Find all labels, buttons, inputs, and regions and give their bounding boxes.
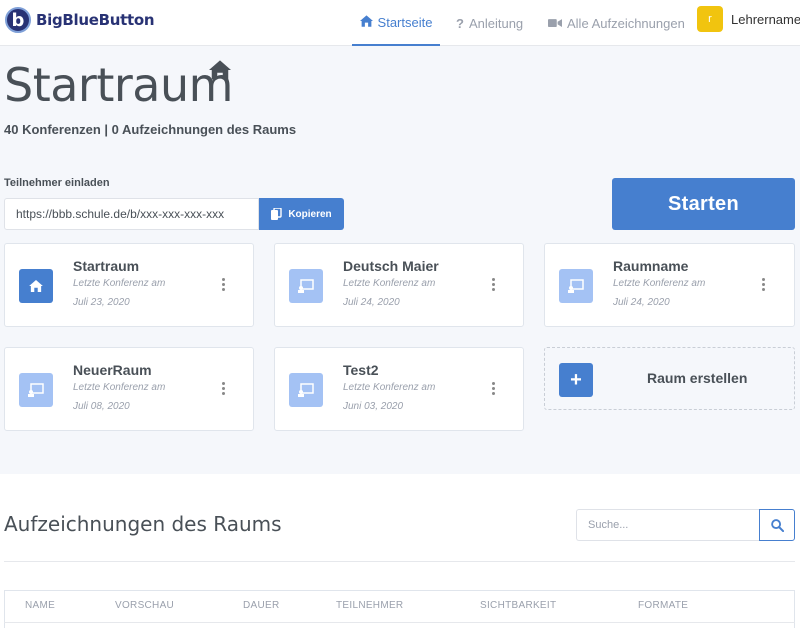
more-options-icon[interactable] xyxy=(489,382,497,397)
question-icon: ? xyxy=(456,15,464,31)
room-card[interactable]: Deutsch Maier Letzte Konferenz am Juli 2… xyxy=(274,243,524,327)
home-icon xyxy=(359,14,373,30)
presentation-icon xyxy=(289,269,323,303)
top-navbar: b BigBlueButton Startseite ? Anleitung A… xyxy=(0,0,800,46)
room-name: Startraum xyxy=(73,258,140,274)
more-options-icon[interactable] xyxy=(219,382,227,397)
nav-home-label: Startseite xyxy=(377,14,433,30)
user-name: Lehrername xyxy=(731,11,800,27)
column-header-participants: TEILNEHMER xyxy=(336,600,404,611)
logo-badge: b xyxy=(5,7,31,33)
room-date: Juli 24, 2020 xyxy=(343,297,400,308)
create-room-button[interactable]: + Raum erstellen xyxy=(544,347,795,410)
column-header-formats: FORMATE xyxy=(638,600,689,611)
column-header-preview: VORSCHAU xyxy=(115,600,175,611)
home-icon xyxy=(19,269,53,303)
search-button[interactable] xyxy=(759,509,795,541)
room-summary: 40 Konferenzen | 0 Aufzeichnungen des Ra… xyxy=(4,122,297,137)
home-room-icon xyxy=(209,60,231,85)
room-name: Raumname xyxy=(613,258,689,274)
room-name: NeuerRaum xyxy=(73,362,152,378)
room-last-label: Letzte Konferenz am xyxy=(73,382,166,393)
room-card[interactable]: Startraum Letzte Konferenz am Juli 23, 2… xyxy=(4,243,254,327)
invite-url-field[interactable]: https://bbb.schule.de/b/xxx-xxx-xxx-xxx xyxy=(4,198,259,230)
room-card[interactable]: Raumname Letzte Konferenz am Juli 24, 20… xyxy=(544,243,795,327)
invite-label: Teilnehmer einladen xyxy=(4,177,110,189)
room-name: Deutsch Maier xyxy=(343,258,439,274)
start-button[interactable]: Starten xyxy=(612,178,795,230)
brand-name: BigBlueButton xyxy=(36,11,155,29)
room-date: Juni 03, 2020 xyxy=(343,401,404,412)
avatar: r xyxy=(697,6,723,32)
room-date: Juli 24, 2020 xyxy=(613,297,670,308)
room-date: Juli 08, 2020 xyxy=(73,401,130,412)
copy-icon xyxy=(271,208,283,220)
copy-button-label: Kopieren xyxy=(288,208,332,220)
page-title: Startraum xyxy=(4,58,233,112)
more-options-icon[interactable] xyxy=(759,278,767,293)
more-options-icon[interactable] xyxy=(489,278,497,293)
search-input[interactable]: Suche... xyxy=(576,509,759,541)
nav-help-label: Anleitung xyxy=(468,15,524,31)
column-header-name[interactable]: NAME xyxy=(25,600,55,611)
room-last-label: Letzte Konferenz am xyxy=(343,278,436,289)
room-name: Test2 xyxy=(343,362,379,378)
nav-help-link[interactable]: ? Anleitung xyxy=(456,0,523,46)
room-last-label: Letzte Konferenz am xyxy=(73,278,166,289)
copy-button[interactable]: Kopieren xyxy=(259,198,344,230)
search-icon xyxy=(770,518,784,532)
more-options-icon[interactable] xyxy=(219,278,227,293)
room-last-label: Letzte Konferenz am xyxy=(343,382,436,393)
room-card[interactable]: NeuerRaum Letzte Konferenz am Juli 08, 2… xyxy=(4,347,254,431)
plus-icon: + xyxy=(559,363,593,397)
brand-logo[interactable]: b BigBlueButton xyxy=(5,7,155,33)
nav-recordings-label: Alle Aufzeichnungen xyxy=(567,15,685,31)
video-camera-icon xyxy=(548,16,562,31)
column-header-duration: DAUER xyxy=(243,600,280,611)
room-card[interactable]: Test2 Letzte Konferenz am Juni 03, 2020 xyxy=(274,347,524,431)
nav-home-link[interactable]: Startseite xyxy=(352,0,440,46)
user-menu[interactable]: r Lehrername xyxy=(697,6,800,32)
room-last-label: Letzte Konferenz am xyxy=(613,278,706,289)
section-divider xyxy=(4,561,795,562)
presentation-icon xyxy=(559,269,593,303)
table-header-divider xyxy=(4,622,795,623)
nav-recordings-link[interactable]: Alle Aufzeichnungen xyxy=(548,0,685,46)
presentation-icon xyxy=(289,373,323,407)
room-date: Juli 23, 2020 xyxy=(73,297,130,308)
create-room-label: Raum erstellen xyxy=(647,370,748,386)
column-header-visibility: SICHTBARKEIT xyxy=(480,600,557,611)
presentation-icon xyxy=(19,373,53,407)
recordings-title: Aufzeichnungen des Raums xyxy=(4,512,282,536)
